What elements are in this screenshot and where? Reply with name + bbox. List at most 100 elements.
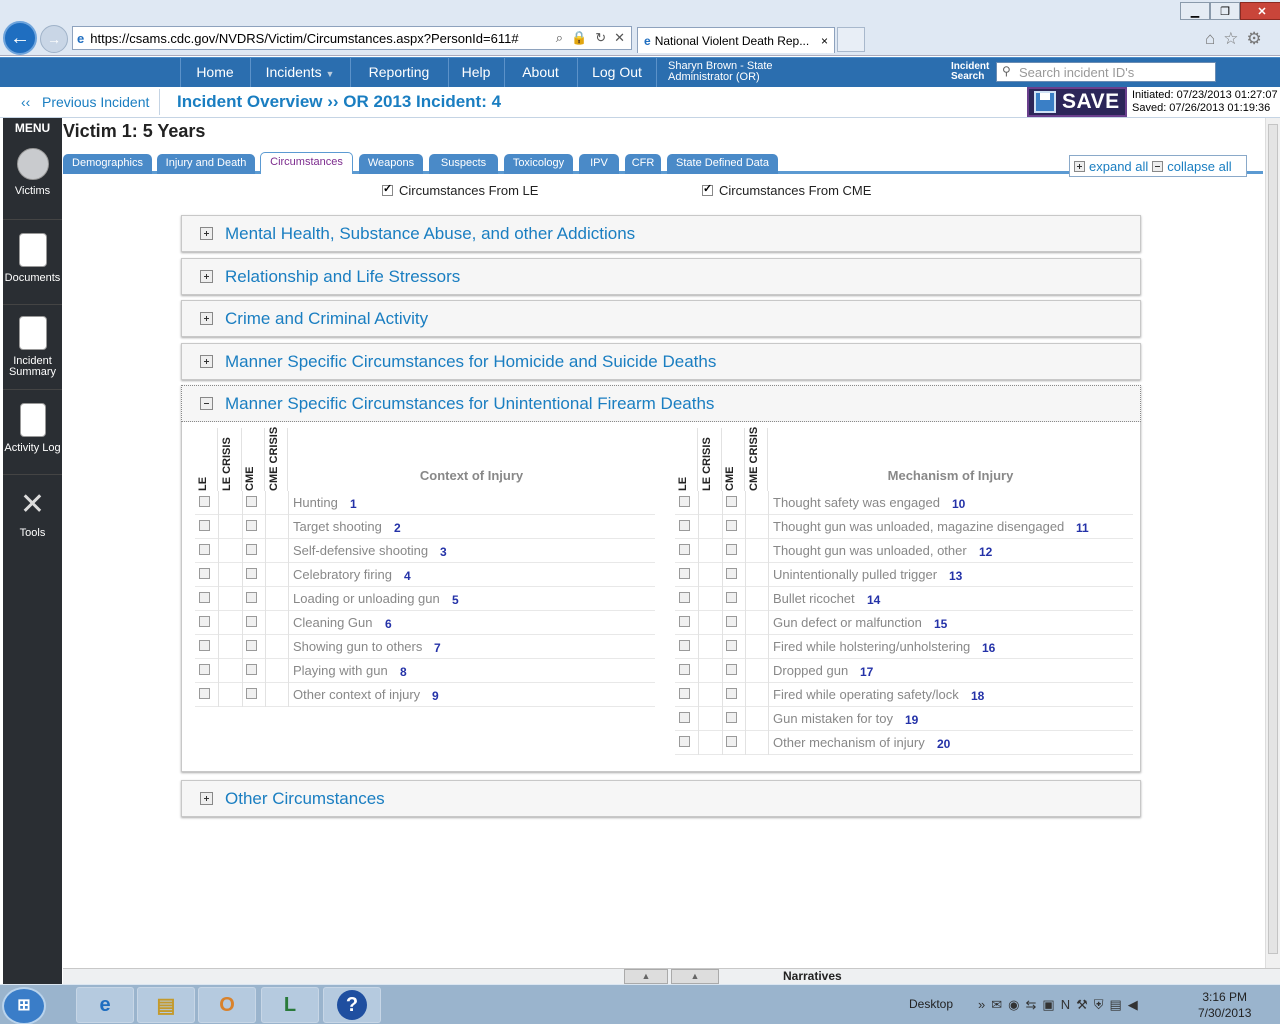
tab-ipv[interactable]: IPV (579, 154, 619, 174)
tab-state-defined-data[interactable]: State Defined Data (667, 154, 778, 174)
volume-icon[interactable]: ◀ (1128, 997, 1138, 1013)
favorites-star-icon[interactable]: ☆ (1223, 29, 1238, 49)
nav-incidents[interactable]: Incidents ▼ (250, 58, 349, 87)
sidebar-item-documents[interactable]: Documents (3, 221, 62, 305)
le-checkbox[interactable] (679, 496, 690, 507)
network-tool-icon[interactable]: ⚒ (1076, 997, 1088, 1013)
address-bar[interactable]: e https://csams.cdc.gov/NVDRS/Victim/Cir… (72, 26, 632, 50)
taskbar-lync[interactable]: L (261, 987, 319, 1023)
start-button[interactable]: ⊞ (2, 987, 46, 1024)
sidebar-item-tools[interactable]: ✕ Tools (3, 476, 62, 560)
save-button[interactable]: SAVE (1027, 87, 1127, 117)
le-checkbox[interactable] (199, 688, 210, 699)
sync-icon[interactable]: ⇆ (1025, 997, 1036, 1013)
filter-le[interactable]: Circumstances From LE (382, 182, 538, 198)
back-button[interactable]: ← (3, 21, 37, 55)
le-checkbox[interactable] (199, 544, 210, 555)
nav-help[interactable]: Help (448, 58, 503, 87)
cme-checkbox[interactable] (726, 544, 737, 555)
le-checkbox[interactable] (199, 592, 210, 603)
lock-icon[interactable]: 🔒 (571, 30, 587, 46)
le-checkbox[interactable] (199, 520, 210, 531)
home-icon[interactable]: ⌂ (1205, 29, 1215, 49)
section-relationship-stressors[interactable]: Relationship and Life Stressors (181, 258, 1141, 295)
filter-cme[interactable]: Circumstances From CME (702, 182, 871, 198)
cme-checkbox[interactable] (726, 616, 737, 627)
narratives-expand-button[interactable]: ▲ (671, 969, 719, 984)
le-checkbox[interactable] (679, 736, 690, 747)
notes-icon[interactable]: ▣ (1042, 997, 1054, 1013)
clock[interactable]: 3:16 PM 7/30/2013 (1198, 989, 1251, 1021)
nav-home[interactable]: Home (180, 58, 249, 87)
tab-demographics[interactable]: Demographics (63, 154, 152, 174)
narratives-label[interactable]: Narratives (783, 969, 842, 984)
cme-checkbox[interactable] (246, 616, 257, 627)
cme-checkbox[interactable] (246, 568, 257, 579)
taskbar-outlook[interactable]: O (198, 987, 256, 1023)
section-crime[interactable]: Crime and Criminal Activity (181, 300, 1141, 337)
narratives-up-button[interactable]: ▲ (624, 969, 668, 984)
tray-chevron-icon[interactable]: » (978, 997, 985, 1013)
le-checkbox[interactable] (679, 664, 690, 675)
forward-button[interactable]: → (40, 25, 68, 53)
le-checkbox[interactable] (679, 616, 690, 627)
close-window-button[interactable]: ✕ (1240, 2, 1280, 20)
url-text[interactable]: https://csams.cdc.gov/NVDRS/Victim/Circu… (90, 31, 555, 46)
cme-checkbox[interactable] (726, 640, 737, 651)
taskbar-explorer[interactable]: ▤ (137, 987, 195, 1023)
tab-weapons[interactable]: Weapons (359, 154, 423, 174)
new-tab-button[interactable] (837, 27, 865, 52)
le-checkbox[interactable] (679, 520, 690, 531)
le-checkbox[interactable] (199, 640, 210, 651)
sidebar-item-activity-log[interactable]: Activity Log (3, 391, 62, 475)
le-checkbox[interactable] (679, 712, 690, 723)
nav-logout[interactable]: Log Out (577, 58, 657, 87)
collapse-all-link[interactable]: collapse all (1167, 159, 1231, 174)
previous-incident-link[interactable]: ‹‹ Previous Incident (3, 89, 160, 115)
cme-checkbox[interactable] (246, 592, 257, 603)
cme-checkbox[interactable] (726, 664, 737, 675)
onenote-icon[interactable]: N (1061, 997, 1070, 1013)
sidebar-item-victims[interactable]: Victims (3, 136, 62, 220)
mail-icon[interactable]: ✉ (991, 997, 1002, 1013)
le-checkbox[interactable] (679, 568, 690, 579)
le-checkbox[interactable] (679, 592, 690, 603)
le-checkbox[interactable] (199, 664, 210, 675)
tab-circumstances[interactable]: Circumstances (260, 152, 353, 174)
minimize-button[interactable]: ▁ (1180, 2, 1210, 20)
cme-checkbox[interactable] (246, 640, 257, 651)
incident-overview-title[interactable]: Incident Overview ›› OR 2013 Incident: 4 (177, 92, 501, 112)
cme-checkbox[interactable] (726, 496, 737, 507)
incident-search-input[interactable]: ⚲ Search incident ID's (996, 62, 1216, 82)
tab-toxicology[interactable]: Toxicology (504, 154, 573, 174)
le-checkbox[interactable] (679, 640, 690, 651)
le-checkbox[interactable] (679, 544, 690, 555)
expand-all-link[interactable]: expand all (1089, 159, 1148, 174)
section-homicide-suicide[interactable]: Manner Specific Circumstances for Homici… (181, 343, 1141, 380)
scrollbar-thumb[interactable] (1268, 124, 1278, 954)
stop-icon[interactable]: ✕ (614, 30, 625, 46)
shield-icon[interactable]: ⛨ (1094, 997, 1104, 1013)
browser-tab[interactable]: e National Violent Death Rep... × (637, 27, 835, 53)
refresh-icon[interactable]: ↻ (595, 30, 606, 46)
taskbar-help[interactable]: ? (323, 987, 381, 1023)
filter-le-checkbox[interactable] (382, 182, 393, 196)
tray-desktop[interactable]: Desktop (909, 997, 953, 1011)
cme-checkbox[interactable] (246, 496, 257, 507)
tab-suspects[interactable]: Suspects (429, 154, 498, 174)
settings-gear-icon[interactable]: ⚙ (1247, 29, 1262, 49)
search-icon[interactable]: ⌕ (556, 30, 563, 46)
section-other-circumstances[interactable]: Other Circumstances (181, 780, 1141, 817)
page-scrollbar[interactable] (1265, 118, 1280, 968)
cme-checkbox[interactable] (726, 520, 737, 531)
cme-checkbox[interactable] (726, 688, 737, 699)
le-checkbox[interactable] (679, 688, 690, 699)
cme-checkbox[interactable] (726, 712, 737, 723)
cme-checkbox[interactable] (726, 592, 737, 603)
sidebar-item-incident-summary[interactable]: Incident Summary (3, 306, 62, 390)
outlook-tray-icon[interactable]: ◉ (1008, 997, 1019, 1013)
cme-checkbox[interactable] (726, 736, 737, 747)
le-checkbox[interactable] (199, 568, 210, 579)
cme-checkbox[interactable] (726, 568, 737, 579)
cme-checkbox[interactable] (246, 688, 257, 699)
